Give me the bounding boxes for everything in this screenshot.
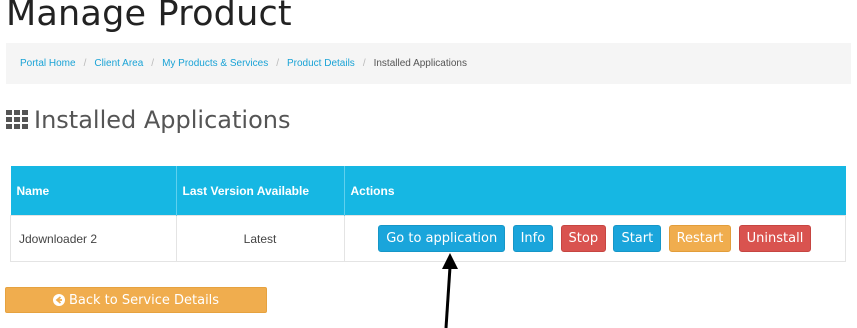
stop-button[interactable]: Stop [560, 225, 607, 252]
go-to-application-button[interactable]: Go to application [378, 225, 506, 252]
grid-icon [6, 110, 28, 129]
column-header-actions: Actions [344, 166, 846, 216]
annotation-arrow-icon [442, 253, 458, 328]
page-title: Manage Product [6, 0, 292, 34]
start-button[interactable]: Start [613, 225, 662, 252]
info-button[interactable]: Info [512, 225, 554, 252]
breadcrumb-separator: / [151, 58, 155, 69]
back-to-service-details-button[interactable]: Back to Service Details [5, 287, 267, 313]
app-version-cell: Latest [175, 215, 345, 262]
back-button-label: Back to Service Details [68, 292, 220, 308]
breadcrumb-product-details[interactable]: Product Details [287, 58, 355, 69]
breadcrumb-separator: / [83, 58, 87, 69]
column-header-name: Name [10, 166, 177, 216]
installed-applications-table: Name Last Version Available Actions Jdow… [10, 166, 846, 262]
breadcrumb-installed-applications: Installed Applications [373, 58, 467, 69]
breadcrumb-my-products[interactable]: My Products & Services [162, 58, 268, 69]
breadcrumb-portal-home[interactable]: Portal Home [20, 58, 76, 69]
section-title-text: Installed Applications [34, 106, 291, 134]
breadcrumb: Portal Home / Client Area / My Products … [6, 43, 851, 84]
breadcrumb-client-area[interactable]: Client Area [94, 58, 143, 69]
uninstall-button[interactable]: Uninstall [738, 225, 812, 252]
circle-arrow-left-icon [52, 294, 65, 306]
table-header-row: Name Last Version Available Actions [10, 166, 846, 216]
app-name-cell: Jdownloader 2 [10, 215, 177, 262]
breadcrumb-separator: / [276, 58, 279, 69]
section-title: Installed Applications [6, 106, 290, 134]
breadcrumb-separator: / [362, 58, 366, 69]
app-actions-cell: Go to application Info Stop Start Restar… [343, 215, 846, 262]
restart-button[interactable]: Restart [668, 225, 732, 252]
column-header-version: Last Version Available [176, 166, 345, 216]
table-row: Jdownloader 2 Latest Go to application I… [10, 215, 846, 262]
